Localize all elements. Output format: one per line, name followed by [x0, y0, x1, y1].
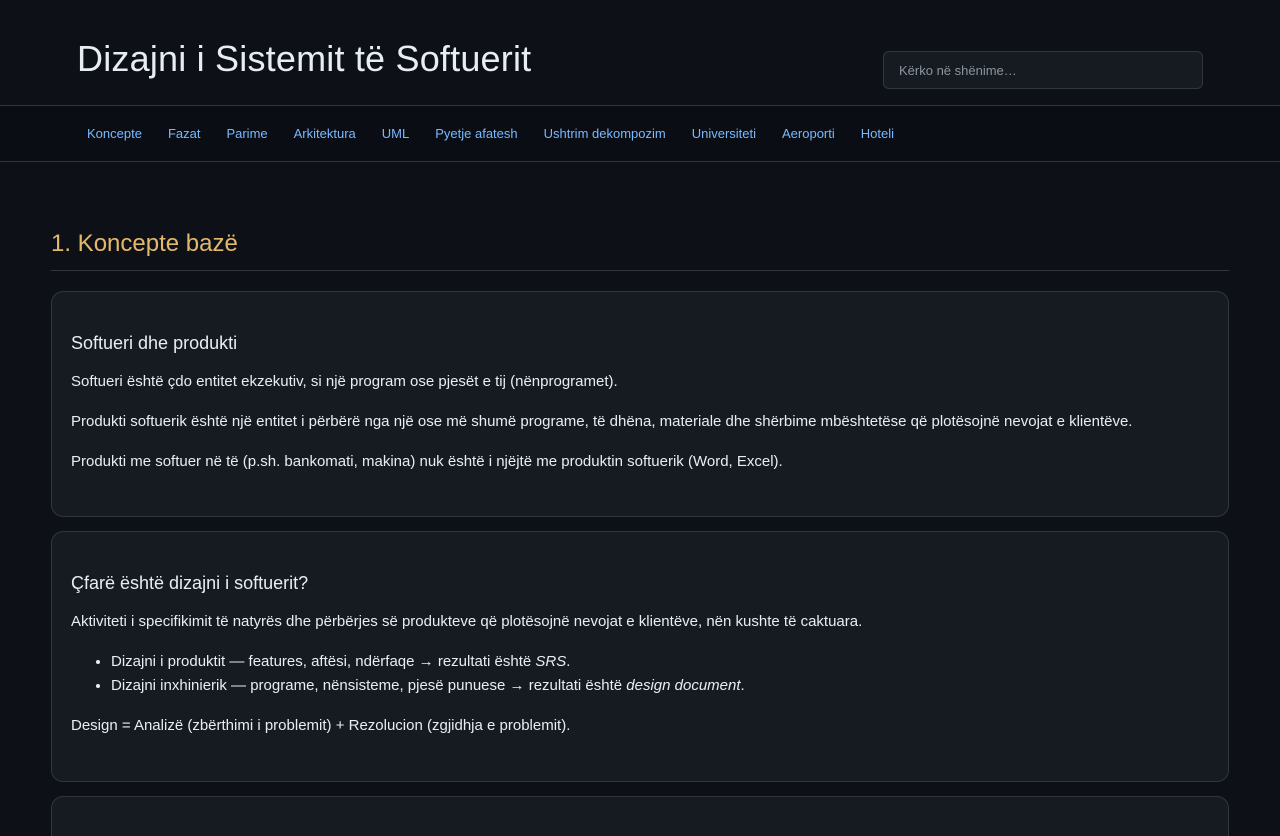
- list-item: Dizajni i produktit — features, aftësi, …: [111, 650, 1209, 674]
- site-title: Dizajni i Sistemit të Softuerit: [77, 38, 532, 79]
- nav-link-hoteli[interactable]: Hoteli: [848, 120, 907, 147]
- card-cfare-eshte-dizajni: Çfarë është dizajni i softuerit? Aktivit…: [51, 531, 1229, 782]
- nav-link-aeroporti[interactable]: Aeroporti: [769, 120, 848, 147]
- card-paragraph: Produkti me softuer në të (p.sh. bankoma…: [71, 453, 783, 470]
- site-header: Dizajni i Sistemit të Softuerit: [0, 0, 1280, 106]
- nav-link-arkitektura[interactable]: Arkitektura: [281, 120, 369, 147]
- nav-link-fazat[interactable]: Fazat: [155, 120, 214, 147]
- nav-link-universiteti[interactable]: Universiteti: [679, 120, 769, 147]
- card-heading: Çfarë është dizajni i softuerit?: [71, 573, 309, 593]
- card-softueri-dhe-produkti: Softueri dhe produkti Softueri është çdo…: [51, 291, 1229, 517]
- card-paragraph: Aktiviteti i specifikimit të natyrës dhe…: [71, 613, 863, 630]
- card-paragraph: Produkti softuerik është një entitet i p…: [71, 413, 1133, 430]
- card-heading: Softueri dhe produkti: [71, 333, 238, 353]
- list-item: Dizajni inxhinierik — programe, nënsiste…: [111, 674, 1209, 698]
- nav-link-parime[interactable]: Parime: [213, 120, 280, 147]
- section-title: 1. Koncepte bazë: [51, 230, 1229, 271]
- card-paragraph: Softueri është çdo entitet ekzekutiv, si…: [71, 373, 618, 390]
- nav-link-pyetje-afatesh[interactable]: Pyetje afatesh: [422, 120, 530, 147]
- nav-link-uml[interactable]: UML: [369, 120, 422, 147]
- card-next-partial: [51, 796, 1229, 836]
- design-types-list: Dizajni i produktit — features, aftësi, …: [111, 650, 1209, 698]
- card-paragraph: Design = Analizë (zbërthimi i problemit)…: [71, 717, 571, 734]
- nav-link-koncepte[interactable]: Koncepte: [74, 120, 155, 147]
- top-nav: Koncepte Fazat Parime Arkitektura UML Py…: [0, 106, 1280, 162]
- search-input[interactable]: [883, 51, 1203, 89]
- nav-link-ushtrim-dekompozim[interactable]: Ushtrim dekompozim: [531, 120, 679, 147]
